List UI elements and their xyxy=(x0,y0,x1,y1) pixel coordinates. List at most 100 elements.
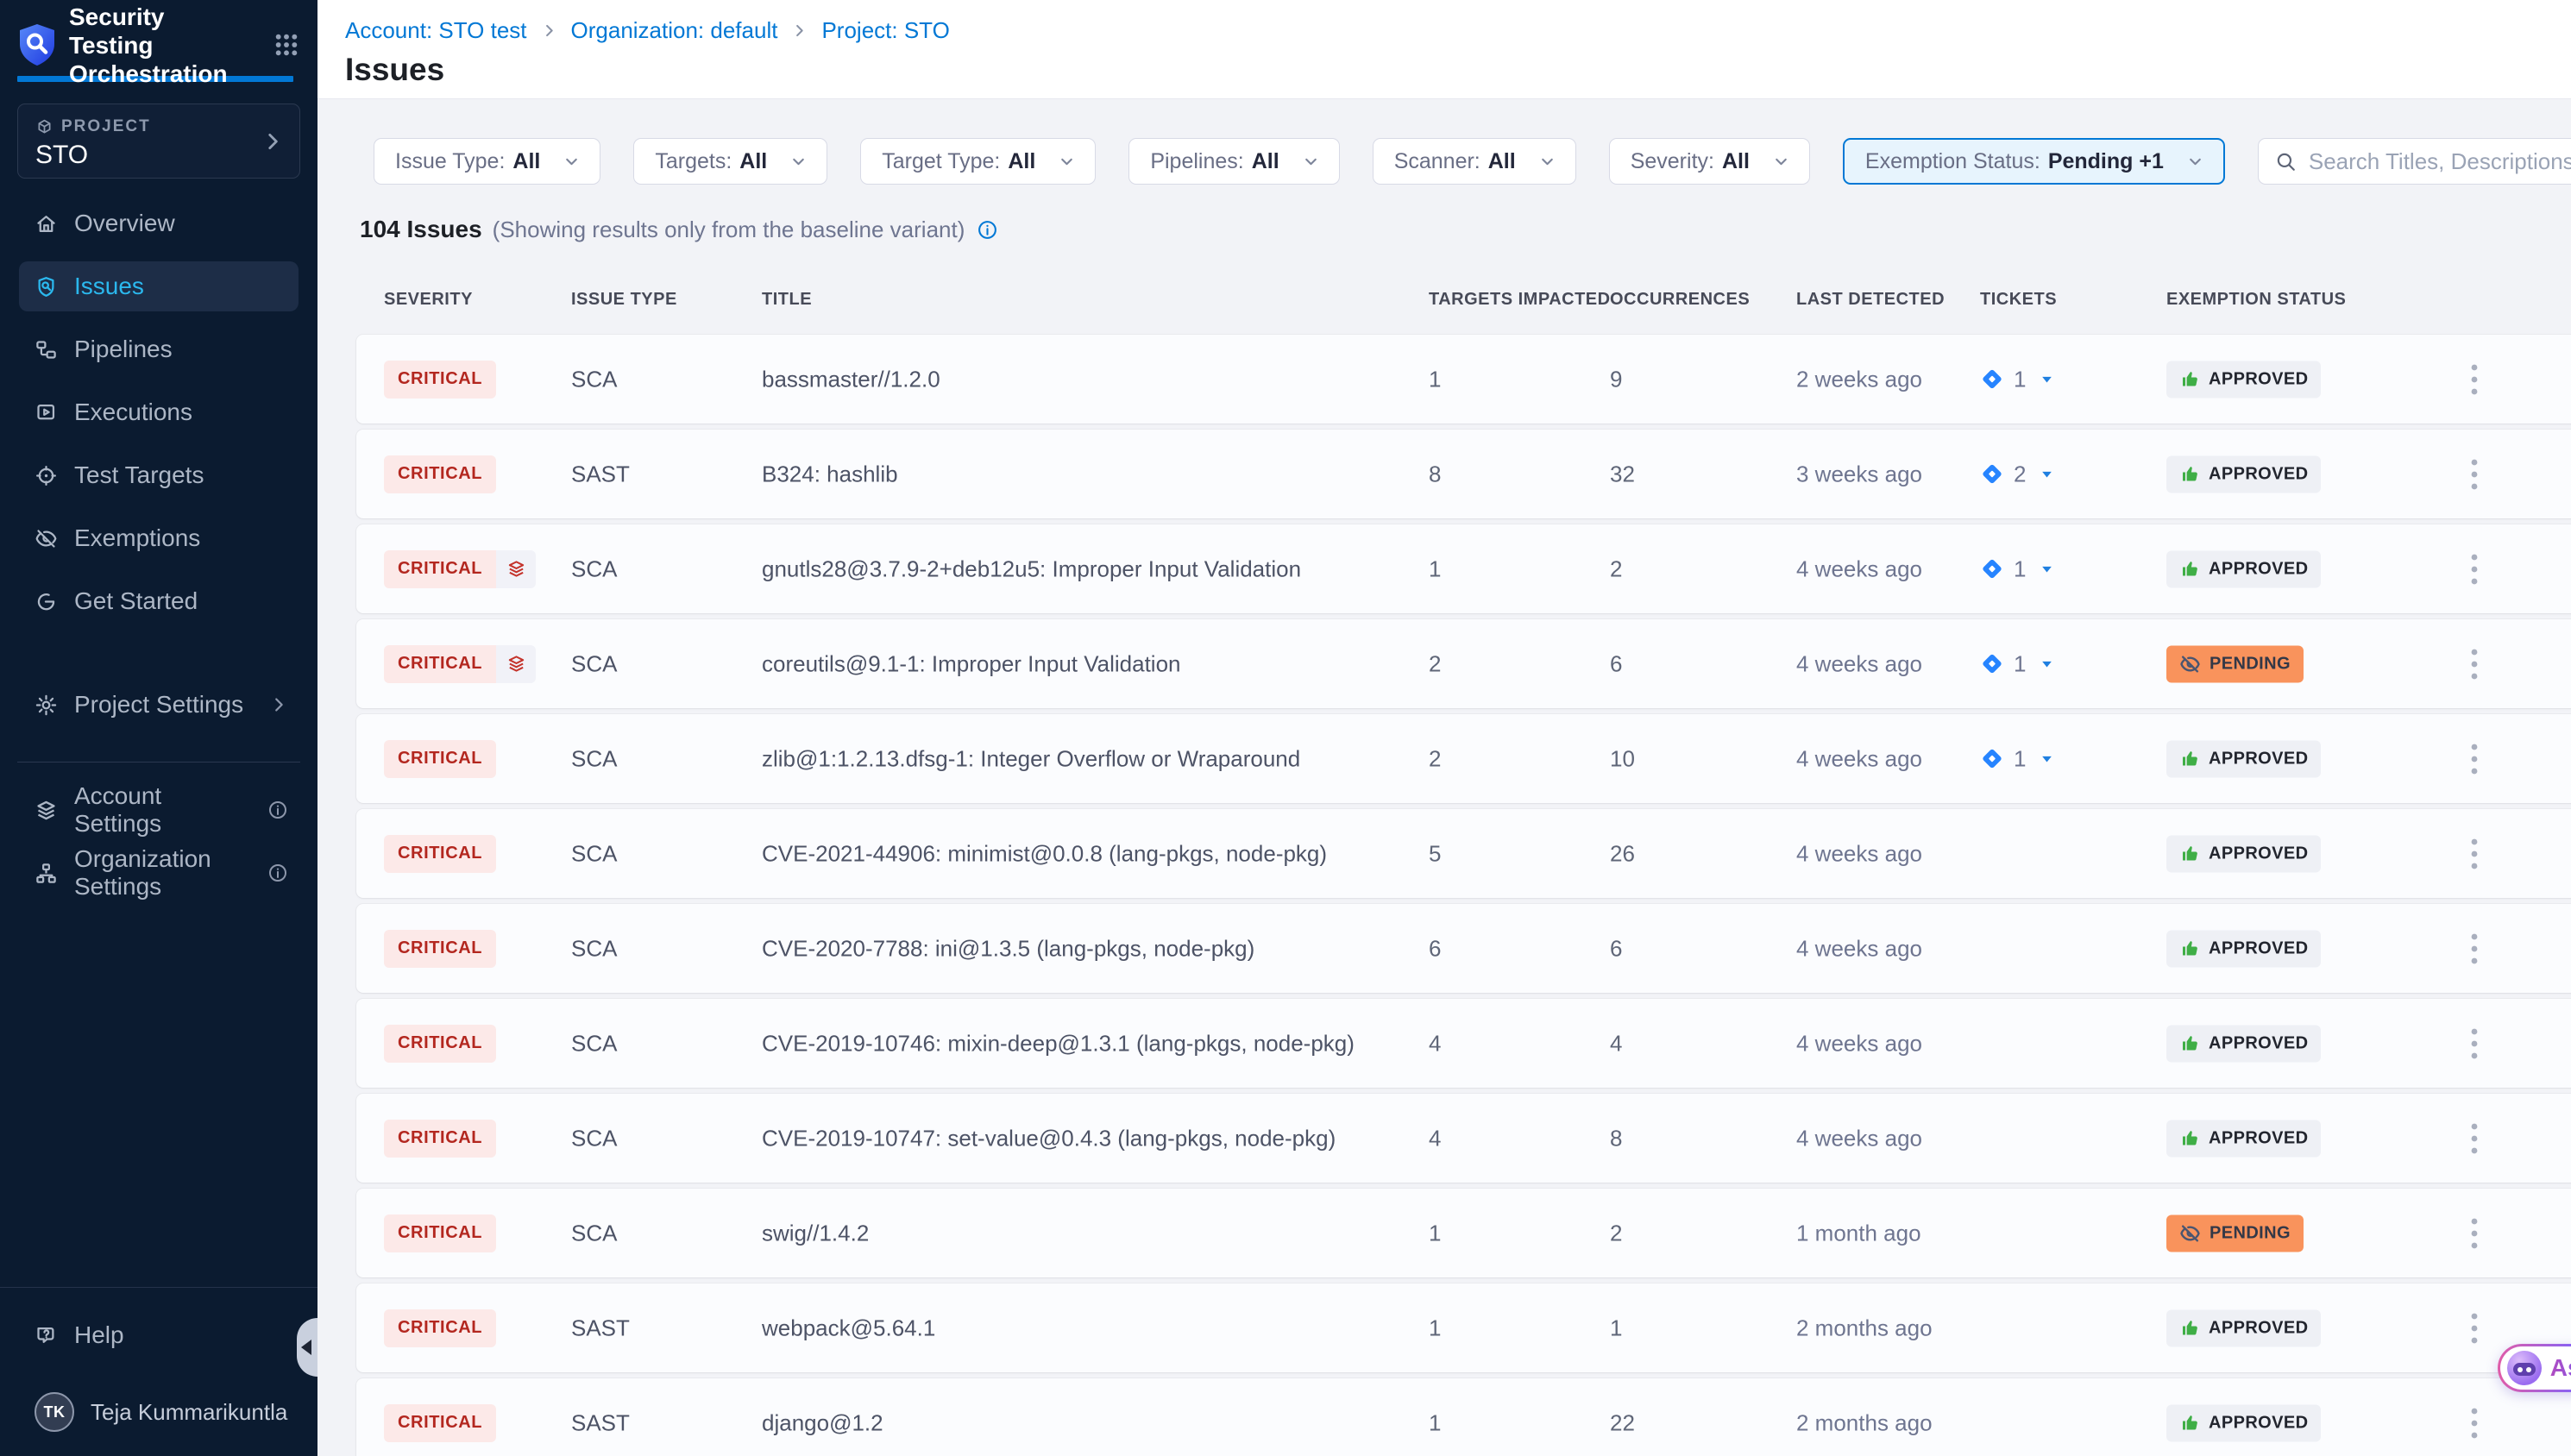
table-row[interactable]: CRITICALSCACVE-2019-10747: set-value@0.4… xyxy=(356,1094,2571,1183)
issue-title[interactable]: CVE-2020-7788: ini@1.3.5 (lang-pkgs, nod… xyxy=(762,935,1254,962)
filter-label: Exemption Status: xyxy=(1865,149,2040,174)
issue-title[interactable]: django@1.2 xyxy=(762,1409,883,1436)
row-menu-button[interactable] xyxy=(2465,1211,2484,1256)
severity-cell: CRITICAL xyxy=(384,645,536,683)
project-selector[interactable]: PROJECT STO xyxy=(17,104,300,179)
sidebar-item-get-started[interactable]: Get Started xyxy=(0,576,317,635)
severity-badge: CRITICAL xyxy=(384,930,496,968)
row-menu-button[interactable] xyxy=(2465,1306,2484,1351)
issue-type-cell: SCA xyxy=(571,840,617,867)
module-grid-icon[interactable] xyxy=(273,31,300,59)
sidebar-header: Security Testing Orchestration xyxy=(0,0,317,76)
info-icon[interactable] xyxy=(977,219,998,241)
issue-type-cell: SCA xyxy=(571,1030,617,1057)
caret-down-icon[interactable] xyxy=(2040,467,2054,481)
filter-pipelines[interactable]: Pipelines:All xyxy=(1128,138,1339,185)
row-menu-button[interactable] xyxy=(2465,452,2484,497)
row-menu-button[interactable] xyxy=(2465,1401,2484,1446)
sidebar-collapse-handle[interactable] xyxy=(297,1318,317,1377)
search-box xyxy=(2258,138,2571,185)
ticket-link[interactable]: 1 xyxy=(1980,366,2054,392)
issue-title[interactable]: zlib@1:1.2.13.dfsg-1: Integer Overflow o… xyxy=(762,745,1300,772)
row-menu-button[interactable] xyxy=(2465,737,2484,781)
occurrences-cell: 26 xyxy=(1610,840,1635,867)
chevron-right-icon xyxy=(261,130,284,153)
row-menu-button[interactable] xyxy=(2465,547,2484,592)
row-menu-button[interactable] xyxy=(2465,832,2484,876)
table-row[interactable]: CRITICALSASTwebpack@5.64.1112 months ago… xyxy=(356,1283,2571,1372)
issue-title[interactable]: CVE-2021-44906: minimist@0.0.8 (lang-pkg… xyxy=(762,840,1327,867)
breadcrumb-separator-icon xyxy=(541,22,557,39)
table-row[interactable]: CRITICALSCAzlib@1:1.2.13.dfsg-1: Integer… xyxy=(356,714,2571,803)
row-menu-button[interactable] xyxy=(2465,926,2484,971)
sidebar-item-project-settings[interactable]: Project Settings xyxy=(0,680,317,738)
caret-down-icon[interactable] xyxy=(2040,372,2054,386)
filter-label: Pipelines: xyxy=(1150,149,1243,174)
table-row[interactable]: CRITICALSASTB324: hashlib8323 weeks ago2… xyxy=(356,430,2571,518)
last-detected-cell: 4 weeks ago xyxy=(1796,840,1922,867)
sidebar-item-organization-settings[interactable]: Organization Settings xyxy=(0,848,317,907)
sidebar-item-pipelines[interactable]: Pipelines xyxy=(0,324,317,383)
breadcrumb-organization[interactable]: Organization: default xyxy=(571,17,778,44)
filter-target-type[interactable]: Target Type:All xyxy=(860,138,1096,185)
row-menu-button[interactable] xyxy=(2465,1021,2484,1066)
table-header: SEVERITYISSUE TYPETITLETARGETS IMPACTEDO… xyxy=(356,290,2571,316)
ticket-link[interactable]: 1 xyxy=(1980,555,2054,582)
ticket-link[interactable]: 2 xyxy=(1980,461,2054,487)
table-row[interactable]: CRITICALSCACVE-2020-7788: ini@1.3.5 (lan… xyxy=(356,904,2571,993)
table-row[interactable]: CRITICALSCAgnutls28@3.7.9-2+deb12u5: Imp… xyxy=(356,524,2571,613)
table-row[interactable]: CRITICALSCAswig//1.4.2121 month agoPENDI… xyxy=(356,1189,2571,1277)
issue-title[interactable]: coreutils@9.1-1: Improper Input Validati… xyxy=(762,650,1181,677)
ticket-link[interactable]: 1 xyxy=(1980,650,2054,677)
sidebar-item-issues[interactable]: Issues xyxy=(0,261,317,320)
issue-title[interactable]: gnutls28@3.7.9-2+deb12u5: Improper Input… xyxy=(762,555,1301,582)
project-kicker-label: PROJECT xyxy=(61,117,151,136)
caret-down-icon[interactable] xyxy=(2040,656,2054,671)
severity-badge: CRITICAL xyxy=(384,1025,496,1063)
breadcrumb-project[interactable]: Project: STO xyxy=(821,17,949,44)
filter-targets[interactable]: Targets:All xyxy=(633,138,827,185)
caret-down-icon[interactable] xyxy=(2040,751,2054,766)
search-input[interactable] xyxy=(2309,148,2571,175)
table-row[interactable]: CRITICAL SCA CVE-2019-10746: mixin-deep@1.… xyxy=(356,999,2571,1088)
table-row[interactable]: CRITICALSCAbassmaster//1.2.0192 weeks ag… xyxy=(356,335,2571,424)
filter-label: Target Type: xyxy=(882,149,1000,174)
row-menu-button[interactable] xyxy=(2465,357,2484,402)
filter-issue-type[interactable]: Issue Type:All xyxy=(374,138,600,185)
table-row[interactable]: CRITICALSCACVE-2021-44906: minimist@0.0.… xyxy=(356,809,2571,898)
sidebar-user[interactable]: TK Teja Kummarikuntla xyxy=(0,1387,317,1446)
sidebar-item-test-targets[interactable]: Test Targets xyxy=(0,450,317,509)
issue-title[interactable]: bassmaster//1.2.0 xyxy=(762,366,940,392)
sidebar-item-exemptions[interactable]: Exemptions xyxy=(0,513,317,572)
issue-title[interactable]: CVE-2019-10747: set-value@0.4.3 (lang-pk… xyxy=(762,1125,1336,1152)
sidebar-item-help[interactable]: Help xyxy=(0,1310,317,1369)
severity-label: CRITICAL xyxy=(384,1309,496,1347)
row-menu-button[interactable] xyxy=(2465,642,2484,687)
issue-title[interactable]: webpack@5.64.1 xyxy=(762,1315,935,1341)
filter-exemption-status[interactable]: Exemption Status:Pending +1 xyxy=(1843,138,2225,185)
severity-badge: CRITICAL xyxy=(384,1214,496,1252)
sidebar-item-label: Help xyxy=(74,1321,124,1349)
table-row[interactable]: CRITICALSCAcoreutils@9.1-1: Improper Inp… xyxy=(356,619,2571,708)
info-icon[interactable] xyxy=(267,800,288,820)
exemption-status-cell: APPROVED xyxy=(2166,1120,2321,1157)
ticket-link[interactable]: 1 xyxy=(1980,745,2054,772)
ask-ai-button[interactable]: Ask AI xyxy=(2498,1344,2571,1392)
table-row[interactable]: CRITICALSASTdjango@1.21222 months agoAPP… xyxy=(356,1378,2571,1456)
info-icon[interactable] xyxy=(267,863,288,883)
sidebar: Security Testing Orchestration PROJECT S… xyxy=(0,0,317,1456)
issue-title[interactable]: swig//1.4.2 xyxy=(762,1220,869,1246)
sidebar-item-executions[interactable]: Executions xyxy=(0,387,317,446)
exemption-status-label: APPROVED xyxy=(2209,464,2308,484)
issue-title[interactable]: CVE-2019-10746: mixin-deep@1.3.1 (lang-p… xyxy=(762,1030,1355,1057)
breadcrumb-account[interactable]: Account: STO test xyxy=(345,17,527,44)
filter-scanner[interactable]: Scanner:All xyxy=(1373,138,1576,185)
user-name: Teja Kummarikuntla xyxy=(91,1399,287,1426)
row-menu-button[interactable] xyxy=(2465,1116,2484,1161)
caret-down-icon[interactable] xyxy=(2040,562,2054,576)
issue-title[interactable]: B324: hashlib xyxy=(762,461,898,487)
filter-severity[interactable]: Severity:All xyxy=(1609,138,1810,185)
sidebar-item-account-settings[interactable]: Account Settings xyxy=(0,785,317,844)
exemption-status-badge: APPROVED xyxy=(2166,550,2321,587)
sidebar-item-overview[interactable]: Overview xyxy=(0,198,317,257)
